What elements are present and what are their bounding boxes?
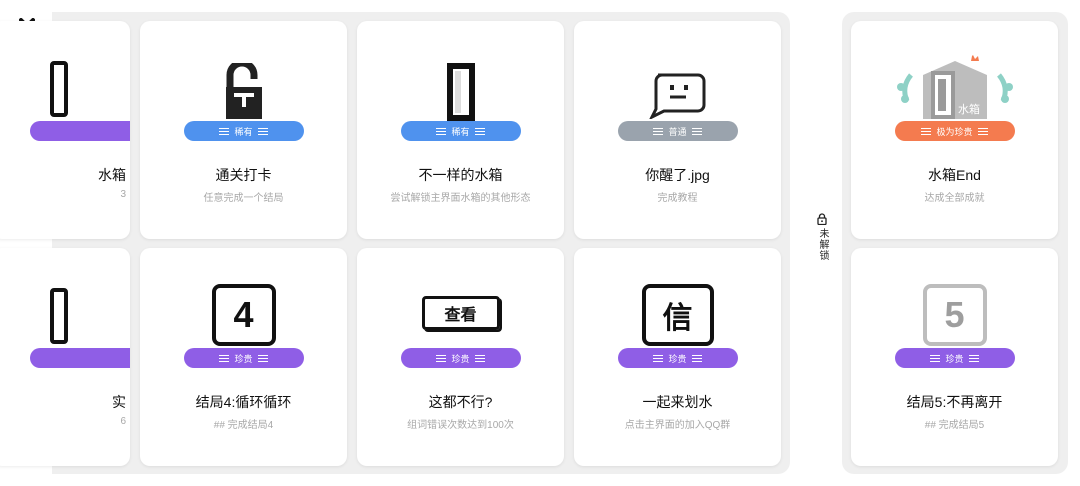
rarity-badge: 极为珍贵	[894, 121, 1015, 141]
achievement-title: 这都不行?	[428, 394, 493, 410]
achievement-title: 水箱End	[928, 167, 981, 183]
rarity-badge	[30, 121, 130, 141]
water-tank-icon	[446, 63, 475, 121]
achievement-title: 结局5:不再离开	[906, 394, 1003, 410]
unlocked-padlock-icon	[225, 63, 262, 119]
achievement-desc: ## 完成结局5	[924, 420, 985, 431]
achievement-desc: 任意完成一个结局	[203, 193, 284, 204]
achievement-title: 结局4:循环循环	[195, 394, 292, 410]
locked-achievements-panel: 水箱 极为珍贵 水箱End 达成全部成就 5 珍贵 结局5:不再离开 ## 完成…	[842, 12, 1068, 474]
achievement-card-not-working[interactable]: 查看 珍贵 这都不行? 组词错误次数达到100次	[357, 248, 564, 466]
rarity-badge: 珍贵	[617, 348, 738, 368]
achievement-title: 通关打卡	[215, 167, 272, 183]
achievement-card-slack-together[interactable]: 信 珍贵 一起来划水 点击主界面的加入QQ群	[574, 248, 781, 466]
rarity-badge	[30, 348, 130, 368]
ending-5-tile-icon: 5	[922, 284, 987, 346]
achievement-title: 实	[112, 394, 126, 410]
achievement-desc: 尝试解锁主界面水箱的其他形态	[390, 193, 531, 204]
achievement-desc: 6	[120, 416, 126, 427]
achievement-title: 水箱	[98, 167, 126, 183]
achievement-desc: 完成教程	[657, 193, 698, 204]
achievement-card-ending-4[interactable]: 4 珍贵 结局4:循环循环 ## 完成结局4	[140, 248, 347, 466]
achievement-card[interactable]: 水箱 3	[0, 21, 130, 239]
achievement-card[interactable]: 实 6	[0, 248, 130, 466]
achievement-title: 一起来划水	[642, 394, 713, 410]
achievement-desc: ## 完成结局4	[213, 420, 274, 431]
rarity-badge: 珍贵	[400, 348, 521, 368]
locked-section-label: 未解锁	[811, 213, 833, 261]
smiling-face-icon	[648, 73, 705, 119]
water-tank-icon	[50, 61, 68, 117]
achievement-card-clear-checkin[interactable]: 稀有 通关打卡 任意完成一个结局	[140, 21, 347, 239]
rarity-badge: 珍贵	[894, 348, 1015, 368]
rarity-badge: 稀有	[400, 121, 521, 141]
letter-tile-icon: 信	[641, 284, 714, 346]
achievement-desc: 达成全部成就	[924, 193, 985, 204]
achievement-desc: 3	[120, 189, 126, 200]
rarity-badge: 珍贵	[183, 348, 304, 368]
unlocked-achievements-panel: 水箱 3 稀有 通关打卡 任意完成一个结局 稀有 不一样的水箱 尝试解锁主界面水…	[0, 12, 790, 474]
achievement-card-ending-5[interactable]: 5 珍贵 结局5:不再离开 ## 完成结局5	[851, 248, 1058, 466]
achievement-desc: 点击主界面的加入QQ群	[624, 420, 731, 431]
svg-text:水箱: 水箱	[958, 102, 980, 116]
achievement-title: 你醒了.jpg	[645, 167, 710, 183]
achievement-card-tank-end[interactable]: 水箱 极为珍贵 水箱End 达成全部成就	[851, 21, 1058, 239]
lock-icon	[817, 213, 827, 225]
view-button-icon: 查看	[421, 296, 500, 330]
water-tank-icon	[50, 288, 68, 344]
achievement-card-different-tank[interactable]: 稀有 不一样的水箱 尝试解锁主界面水箱的其他形态	[357, 21, 564, 239]
ending-4-tile-icon: 4	[211, 284, 276, 346]
rarity-badge: 普通	[617, 121, 738, 141]
laurel-tank-icon: 水箱	[896, 55, 1013, 119]
rarity-badge: 稀有	[183, 121, 304, 141]
achievement-desc: 组词错误次数达到100次	[407, 420, 514, 431]
achievement-card-you-woke[interactable]: 普通 你醒了.jpg 完成教程	[574, 21, 781, 239]
achievement-title: 不一样的水箱	[418, 167, 503, 183]
